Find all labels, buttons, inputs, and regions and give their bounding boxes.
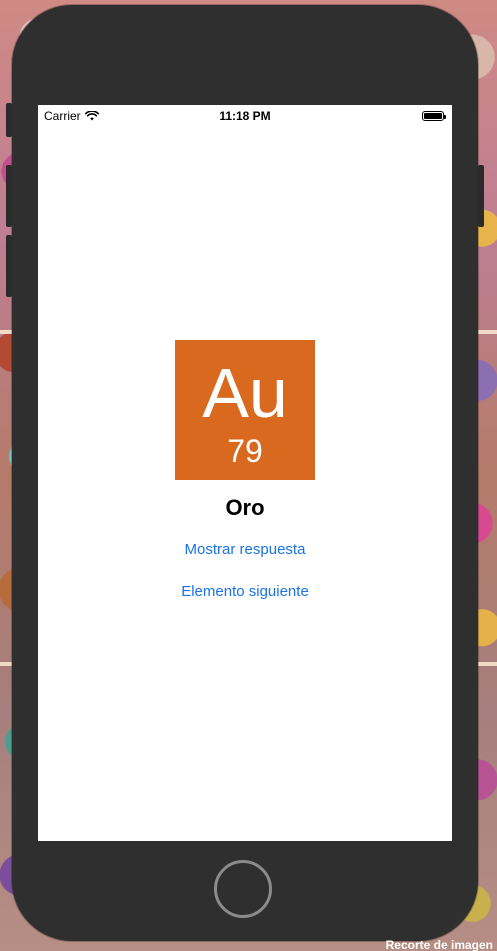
mute-switch — [6, 103, 12, 137]
volume-up-button — [6, 165, 12, 227]
element-name: Oro — [225, 495, 265, 520]
next-element-button[interactable]: Elemento siguiente — [38, 583, 452, 600]
status-time: 11:18 PM — [219, 109, 271, 123]
element-tile: Au 79 — [175, 340, 315, 480]
power-button — [478, 165, 484, 227]
element-symbol: Au — [202, 354, 288, 432]
volume-down-button — [6, 235, 12, 297]
status-bar: Carrier 11:18 PM — [38, 105, 452, 125]
home-button[interactable] — [214, 860, 272, 918]
phone-frame: Carrier 11:18 PM Au 79 Oro Mostrar respu… — [6, 5, 484, 941]
app-screen: Carrier 11:18 PM Au 79 Oro Mostrar respu… — [38, 105, 452, 841]
show-answer-button[interactable]: Mostrar respuesta — [38, 541, 452, 558]
battery-icon — [422, 111, 446, 121]
image-caption: Recorte de imagen — [385, 938, 493, 951]
atomic-number: 79 — [227, 433, 263, 469]
